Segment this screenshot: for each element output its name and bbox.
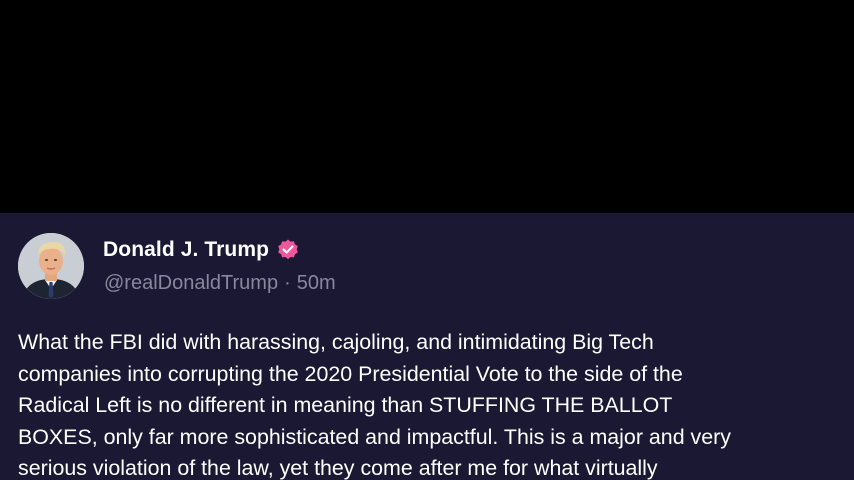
author-name-row: Donald J. Trump	[103, 235, 300, 265]
author-meta-row: @realDonaldTrump · 50m	[104, 272, 336, 295]
post-card: Donald J. Trump @realDonaldTrump · 50m W…	[0, 213, 854, 480]
video-black-area	[0, 0, 854, 213]
author-display-name[interactable]: Donald J. Trump	[103, 238, 269, 262]
post-body-line: companies into corrupting the 2020 Presi…	[18, 361, 683, 386]
post-timestamp[interactable]: 50m	[297, 272, 336, 295]
avatar-photo-icon	[18, 233, 84, 299]
verified-badge-icon	[278, 239, 298, 260]
post-body-line: BOXES, only far more sophisticated and i…	[18, 424, 731, 449]
post-body-line: serious violation of the law, yet they c…	[18, 456, 658, 480]
post-body: What the FBI did with harassing, cajolin…	[18, 327, 848, 480]
post-body-line: What the FBI did with harassing, cajolin…	[18, 330, 654, 354]
author-handle[interactable]: @realDonaldTrump	[104, 272, 278, 295]
meta-separator: ·	[284, 272, 291, 294]
avatar[interactable]	[18, 233, 84, 299]
post-body-line: Radical Left is no different in meaning …	[18, 393, 673, 417]
